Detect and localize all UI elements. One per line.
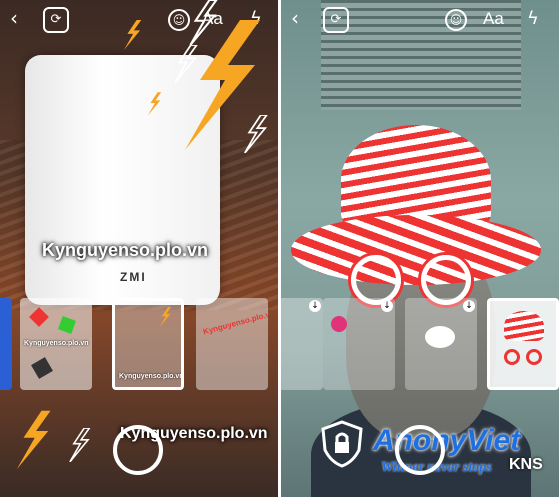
brand-short-label: KNS <box>509 456 543 473</box>
striped-hat-brim <box>291 215 541 285</box>
face-filter-tray: ↓ ↓ ↓ <box>281 298 559 390</box>
text-tool-button[interactable]: Aa <box>483 9 504 29</box>
filter-thumb-arrows[interactable]: Kynguyenso.plo.vn <box>20 298 92 390</box>
watermark-text: Kynguyenso.plo.vn <box>42 240 209 260</box>
download-icon: ↓ <box>463 300 475 312</box>
shutter-button[interactable] <box>395 425 445 475</box>
bolt-outline-icon <box>69 428 91 462</box>
glasses-sticker-icon <box>526 349 542 365</box>
sticker-smile-icon[interactable]: ☺ <box>445 9 467 31</box>
back-chevron-icon[interactable]: ‹ <box>10 6 18 30</box>
flip-camera-icon[interactable]: ⟳ <box>43 7 69 33</box>
bolt-small-icon <box>123 20 142 50</box>
thumb-watermark: Kynguyenso.plo.vn <box>119 373 184 380</box>
top-toolbar: ‹ ⟳ ☺ Aa ϟ <box>281 4 559 34</box>
bunny-mask-icon <box>425 326 455 348</box>
bolt-outline-icon <box>244 115 268 153</box>
filter-thumb-selected[interactable]: Kynguyenso.plo.vn <box>112 298 184 390</box>
arrow-sticker-icon <box>29 307 49 327</box>
filter-tray: Kynguyenso.plo.vn Kynguyenso.plo.vn Kyng… <box>0 298 278 390</box>
face-filter-thumb-bunny[interactable]: ↓ <box>405 298 477 390</box>
shield-lock-icon <box>321 420 363 468</box>
left-camera-screen: ZMI ‹ ⟳ ☺ Aa ϟ Kynguyenso.plo.vn Kynguye… <box>0 0 278 497</box>
filter-thumb[interactable] <box>0 298 12 390</box>
draw-scribble-icon[interactable]: ϟ <box>527 8 539 29</box>
download-icon: ↓ <box>381 300 393 312</box>
back-chevron-icon[interactable]: ‹ <box>291 6 299 30</box>
face-filter-thumb-hat-selected[interactable] <box>487 298 559 390</box>
flip-camera-icon[interactable]: ⟳ <box>323 7 349 33</box>
glasses-sticker-icon <box>504 349 520 365</box>
bolt-outline-icon <box>174 45 198 83</box>
arrow-sticker-icon <box>31 357 53 379</box>
bolt-small-icon <box>159 307 172 327</box>
bolt-outline-icon <box>189 0 218 45</box>
thumb-watermark: Kynguyenso.plo.vn <box>24 340 89 347</box>
bolt-sticker-icon <box>16 410 51 470</box>
arrow-sticker-icon <box>58 316 76 334</box>
flower-sticker-icon <box>331 316 347 332</box>
filter-thumb-text[interactable]: Kynguyenso.plo.vn <box>196 298 268 390</box>
shutter-button[interactable] <box>113 425 163 475</box>
product-logo: ZMI <box>120 270 147 284</box>
download-icon: ↓ <box>309 300 321 312</box>
face-filter-thumb[interactable]: ↓ <box>281 298 323 390</box>
right-camera-screen: ‹ ⟳ ☺ Aa ϟ ↓ ↓ ↓ AnonyViet Winner never … <box>281 0 559 497</box>
bolt-small-icon <box>147 92 162 116</box>
hat-sticker-icon <box>504 311 544 341</box>
thumb-watermark: Kynguyenso.plo.vn <box>202 308 268 337</box>
face-filter-thumb-flowers[interactable]: ↓ <box>323 298 395 390</box>
